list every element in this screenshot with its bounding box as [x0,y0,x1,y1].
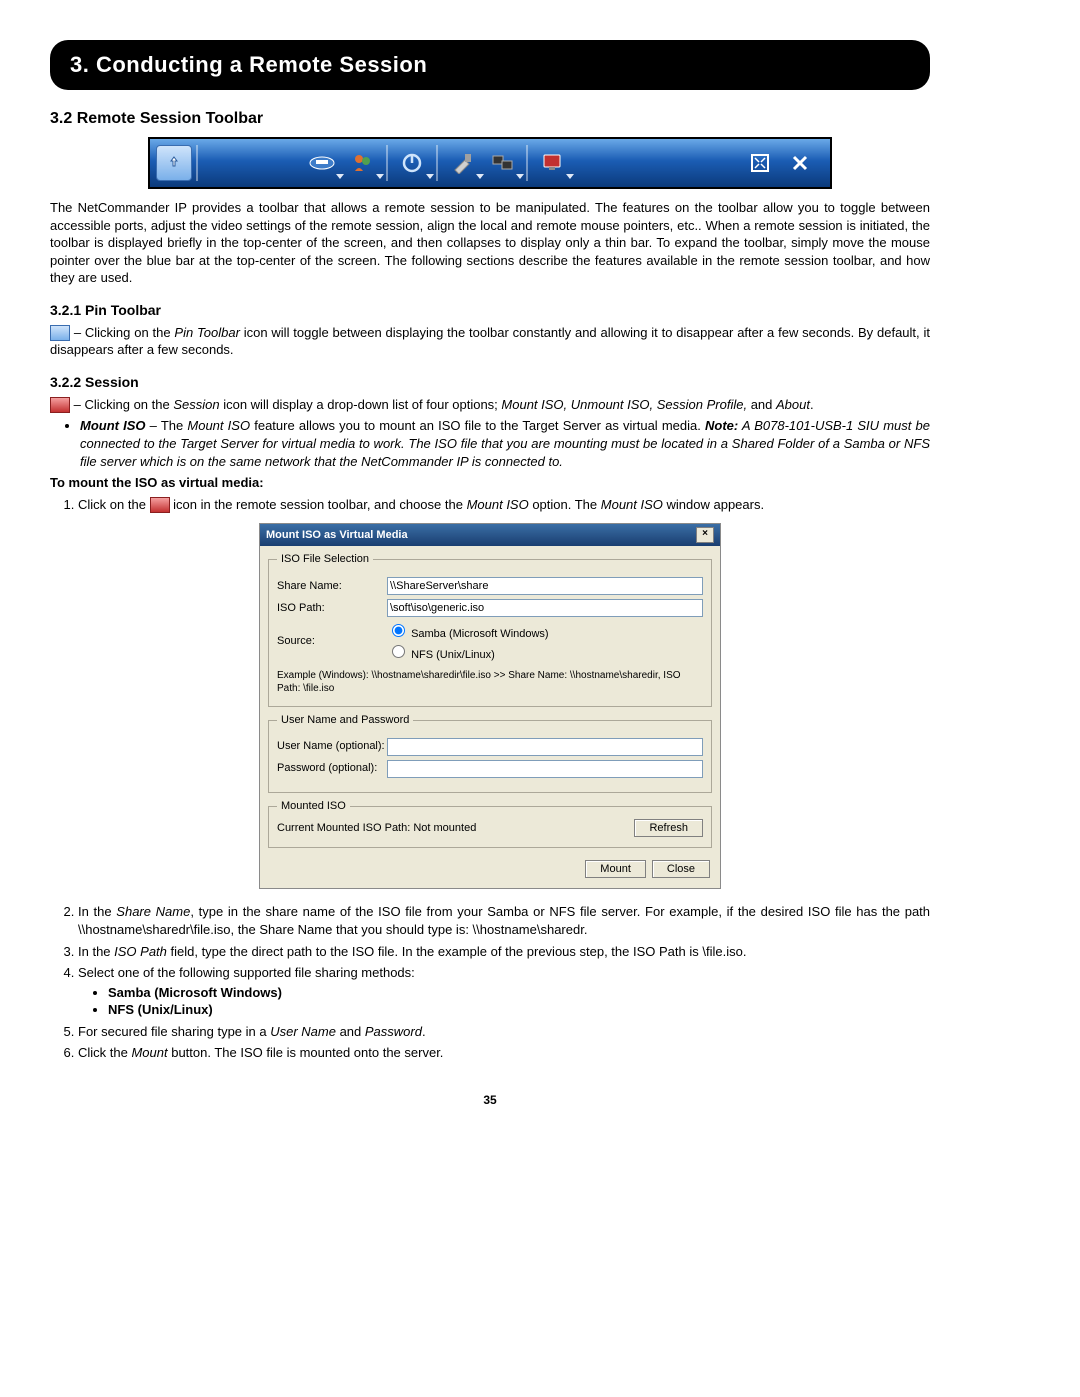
iso-path-input[interactable] [387,599,703,617]
fieldset-legend: ISO File Selection [277,552,373,567]
session-inline-icon [50,397,70,413]
close-icon [786,149,814,177]
iso-path-label: ISO Path: [277,601,387,616]
session-text: – Clicking on the Session icon will disp… [50,396,930,414]
example-text: Example (Windows): \\hostname\sharedir\f… [277,669,703,696]
mounted-status-text: Current Mounted ISO Path: Not mounted [277,821,476,836]
dialog-title-text: Mount ISO as Virtual Media [266,528,408,543]
list-item: Samba (Microsoft Windows) [108,984,930,1002]
device-icon [488,149,516,177]
password-label: Password (optional): [277,761,387,776]
fieldset-legend: Mounted ISO [277,799,350,814]
user-icon [348,149,376,177]
steps-list: Click on the icon in the remote session … [50,496,930,514]
username-input[interactable] [387,738,703,756]
intro-paragraph: The NetCommander IP provides a toolbar t… [50,199,930,287]
session-icon [308,149,336,177]
password-input[interactable] [387,760,703,778]
iso-file-selection-group: ISO File Selection Share Name: ISO Path:… [268,552,712,707]
toolbar-screenshot [50,137,930,189]
power-icon [398,149,426,177]
share-name-label: Share Name: [277,579,387,594]
list-item: NFS (Unix/Linux) [108,1001,930,1019]
dialog-titlebar: Mount ISO as Virtual Media × [260,524,720,546]
chapter-header: 3. Conducting a Remote Session [50,40,930,90]
tool-icon [448,149,476,177]
refresh-button[interactable]: Refresh [634,819,703,837]
step-4: Select one of the following supported fi… [78,964,930,1019]
step-6: Click the Mount button. The ISO file is … [78,1044,930,1062]
screen-icon [538,149,566,177]
source-label: Source: [277,634,387,649]
close-button[interactable]: Close [652,860,710,878]
steps-list-cont: In the Share Name, type in the share nam… [50,903,930,1061]
mount-iso-dialog: Mount ISO as Virtual Media × ISO File Se… [50,523,930,889]
dialog-close-button[interactable]: × [696,527,714,543]
fullscreen-icon [746,149,774,177]
mount-heading: To mount the ISO as virtual media: [50,474,930,492]
source-nfs-radio[interactable] [392,645,405,658]
fieldset-legend: User Name and Password [277,713,413,728]
pin-text: – Clicking on the Pin Toolbar icon will … [50,324,930,359]
pin-inline-icon [50,325,70,341]
subsection-pin: 3.2.1 Pin Toolbar [50,301,930,320]
step-2: In the Share Name, type in the share nam… [78,903,930,938]
mount-button[interactable]: Mount [585,860,646,878]
pin-icon [156,145,192,181]
mount-iso-bullet: Mount ISO – The Mount ISO feature allows… [50,417,930,470]
source-samba-radio[interactable] [392,624,405,637]
step4-sublist: Samba (Microsoft Windows) NFS (Unix/Linu… [78,984,930,1019]
mounted-iso-group: Mounted ISO Current Mounted ISO Path: No… [268,799,712,849]
session-inline-icon-2 [150,497,170,513]
section-heading: 3.2 Remote Session Toolbar [50,108,930,130]
step-1: Click on the icon in the remote session … [78,496,930,514]
step-5: For secured file sharing type in a User … [78,1023,930,1041]
step-3: In the ISO Path field, type the direct p… [78,943,930,961]
credentials-group: User Name and Password User Name (option… [268,713,712,793]
page-number: 35 [50,1092,930,1108]
subsection-session: 3.2.2 Session [50,373,930,392]
share-name-input[interactable] [387,577,703,595]
username-label: User Name (optional): [277,739,387,754]
